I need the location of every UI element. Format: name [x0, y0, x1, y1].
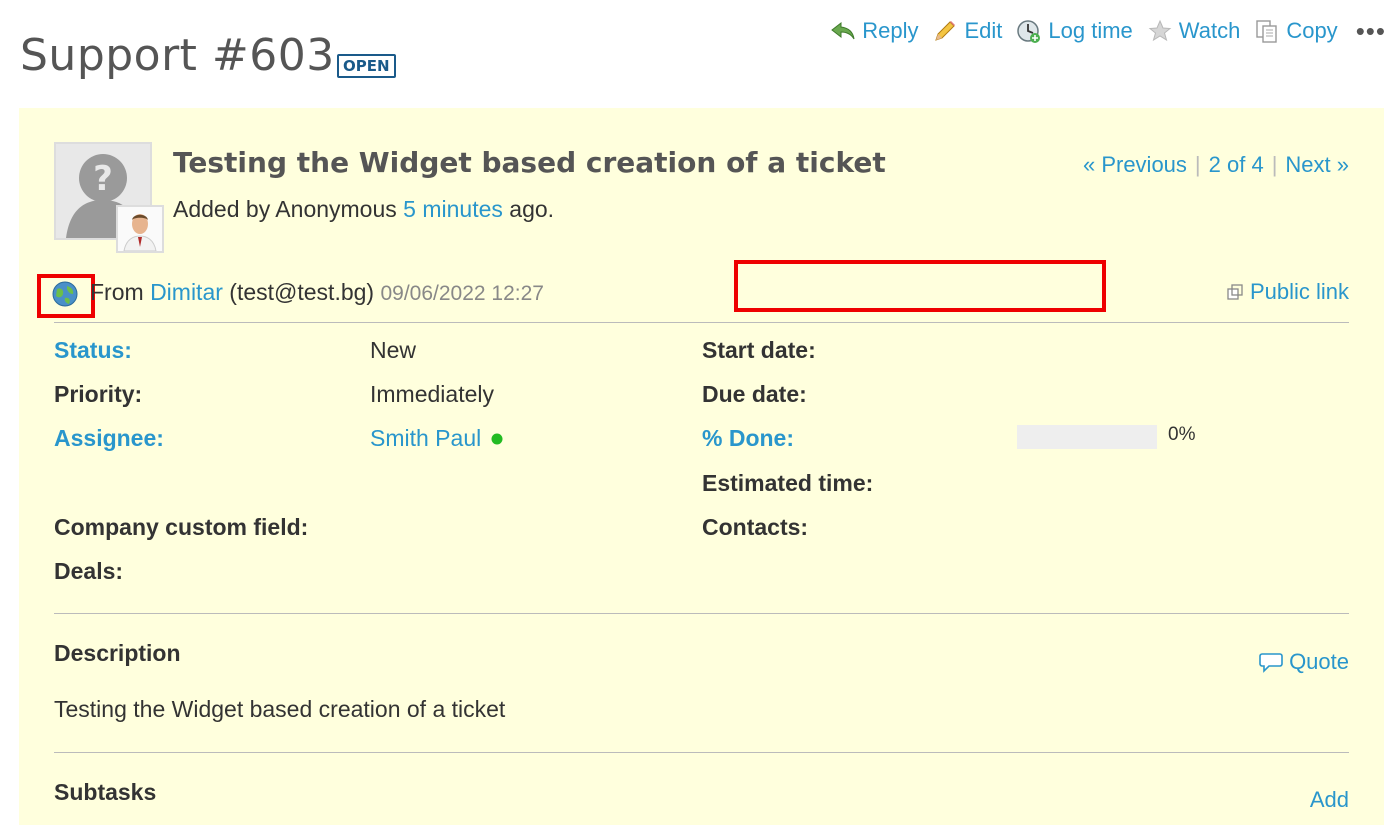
globe-icon: [52, 281, 78, 307]
assignee-link[interactable]: Smith Paul: [370, 425, 481, 452]
deals-label: Deals:: [54, 558, 124, 584]
subtasks-title: Subtasks: [54, 779, 157, 805]
add-subtask-link[interactable]: Add: [1310, 787, 1349, 813]
estimated-time-label: Estimated time:: [702, 470, 874, 496]
from-text: From Dimitar (test@test.bg) 09/06/2022 1…: [90, 279, 544, 306]
done-attribute: % Done:: [702, 425, 794, 452]
pencil-icon: [935, 21, 956, 41]
previous-link[interactable]: « Previous: [1083, 152, 1187, 178]
done-label[interactable]: % Done:: [702, 425, 794, 451]
company-custom-field-label: Company custom field:: [54, 514, 309, 540]
reply-label: Reply: [862, 18, 919, 43]
next-link[interactable]: Next »: [1285, 152, 1349, 178]
added-suffix: ago.: [509, 196, 555, 222]
speech-bubble-icon: [1259, 653, 1283, 673]
edit-label: Edit: [964, 18, 1003, 43]
reply-button[interactable]: Reply: [830, 18, 918, 44]
issue-author-line: Added by Anonymous 5 minutes ago.: [173, 196, 554, 223]
copy-icon: [1256, 20, 1278, 43]
page-title: Support #603: [20, 30, 335, 81]
edit-button[interactable]: Edit: [932, 18, 1002, 44]
from-contact-link[interactable]: Dimitar: [150, 279, 223, 305]
assignee-avatar: [116, 205, 164, 253]
from-row: From Dimitar (test@test.bg) 09/06/2022 1…: [37, 260, 1349, 320]
nav-separator: |: [1194, 152, 1201, 177]
reply-icon: [831, 21, 855, 40]
from-label: From: [90, 279, 144, 305]
issue-subject: Testing the Widget based creation of a t…: [173, 146, 886, 179]
position-link[interactable]: 2 of 4: [1209, 152, 1264, 178]
divider: [54, 613, 1349, 614]
status-value: New: [370, 337, 417, 363]
divider: [54, 752, 1349, 753]
public-link[interactable]: Public link: [1226, 279, 1349, 305]
status-attribute: Status:: [54, 337, 132, 364]
quote-button[interactable]: Quote: [1259, 649, 1349, 675]
copy-button[interactable]: Copy: [1254, 18, 1338, 44]
from-email: (test@test.bg): [229, 279, 375, 305]
person-photo-icon: [118, 207, 162, 252]
contacts-label: Contacts:: [702, 514, 809, 540]
divider: [54, 322, 1349, 323]
assignee-value-row: Smith Paul: [370, 425, 503, 452]
external-window-icon: [1227, 284, 1243, 300]
description-title: Description: [54, 640, 181, 666]
due-date-label: Due date:: [702, 381, 807, 407]
log-time-label: Log time: [1048, 18, 1133, 43]
priority-label: Priority:: [54, 381, 143, 407]
svg-text:?: ?: [93, 159, 113, 199]
nav-separator: |: [1271, 152, 1278, 177]
public-link-label: Public link: [1249, 279, 1349, 304]
assignee-attribute: Assignee:: [54, 425, 164, 452]
status-badge: OPEN: [337, 54, 396, 78]
done-progress-bar: [1017, 425, 1157, 449]
online-status-icon: [491, 433, 503, 444]
redacted-highlight-box: [734, 260, 1106, 312]
clock-add-icon: [1017, 20, 1041, 43]
log-time-button[interactable]: Log time: [1016, 18, 1133, 44]
issue-details: ? Testing the Widget based creation of a…: [19, 108, 1384, 825]
more-actions-button[interactable]: •••: [1356, 18, 1386, 44]
added-by-text: Added by Anonymous: [173, 196, 397, 222]
assignee-label[interactable]: Assignee:: [54, 425, 164, 451]
priority-value: Immediately: [370, 381, 494, 407]
from-date: 09/06/2022 12:27: [380, 282, 544, 305]
issue-navigation: « Previous | 2 of 4 | Next »: [1083, 152, 1349, 178]
watch-label: Watch: [1178, 18, 1241, 43]
star-icon: [1148, 19, 1172, 42]
description-text: Testing the Widget based creation of a t…: [54, 696, 506, 722]
added-time-link[interactable]: 5 minutes: [403, 196, 503, 222]
start-date-label: Start date:: [702, 337, 816, 363]
copy-label: Copy: [1286, 18, 1338, 43]
status-label[interactable]: Status:: [54, 337, 132, 363]
contextual-toolbar: Reply Edit Log time Watch Copy •••: [830, 18, 1386, 44]
watch-button[interactable]: Watch: [1147, 18, 1241, 44]
done-percent: 0%: [1168, 424, 1196, 445]
quote-label: Quote: [1289, 649, 1349, 674]
